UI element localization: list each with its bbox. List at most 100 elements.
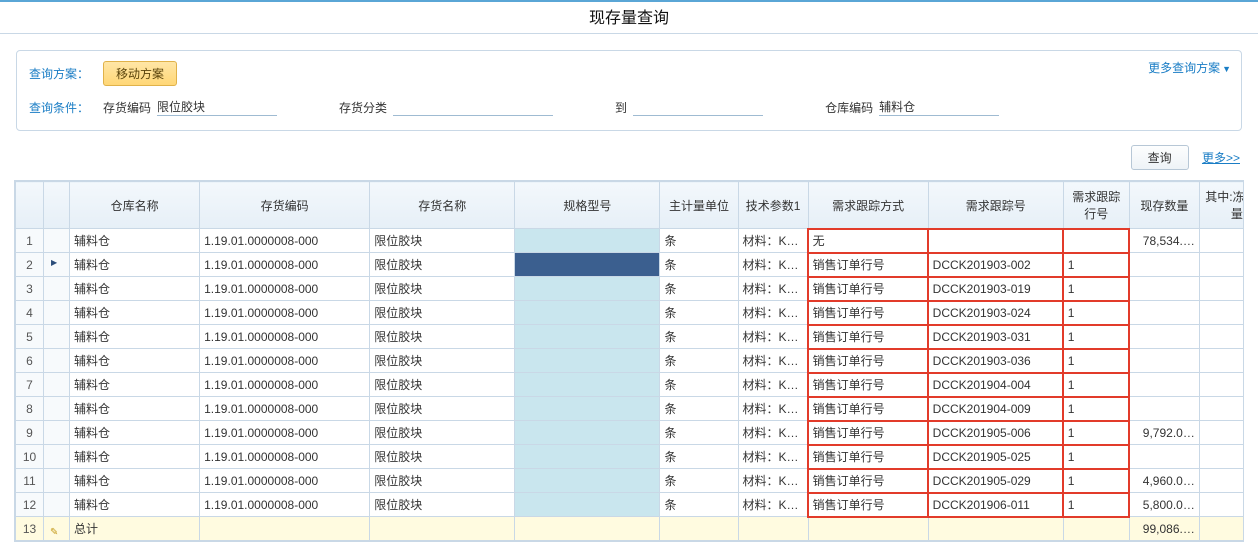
cell-track-line: 1: [1063, 493, 1129, 517]
cell-track-no: DCCK201905-006: [928, 421, 1063, 445]
cell-track-line: 1: [1063, 277, 1129, 301]
more-link[interactable]: 更多>>: [1202, 151, 1240, 165]
cell-warehouse: 辅料仓: [70, 397, 200, 421]
cell-inv-name: 限位胶块: [370, 229, 515, 253]
edit-icon[interactable]: [44, 517, 70, 541]
cell-inv-code: 1.19.01.0000008-000: [200, 229, 370, 253]
table-row[interactable]: 10辅料仓1.19.01.0000008-000限位胶块条材料：K…销售订单行号…: [16, 445, 1245, 469]
move-plan-button[interactable]: 移动方案: [103, 61, 177, 86]
cell-inv-code: 1.19.01.0000008-000: [200, 469, 370, 493]
cell-rownum: 2: [16, 253, 44, 277]
cell-frozen: [1199, 229, 1244, 253]
cell-frozen: [1199, 397, 1244, 421]
cell-inv-name: 限位胶块: [370, 301, 515, 325]
cell-warehouse: 辅料仓: [70, 445, 200, 469]
cell-rownum: 1: [16, 229, 44, 253]
table-row[interactable]: 9辅料仓1.19.01.0000008-000限位胶块条材料：K…销售订单行号D…: [16, 421, 1245, 445]
cell-frozen: [1199, 325, 1244, 349]
cell-inv-name: 限位胶块: [370, 253, 515, 277]
cell-track-line: 1: [1063, 325, 1129, 349]
cell-inv-code: 1.19.01.0000008-000: [200, 349, 370, 373]
col-frozen[interactable]: 其中:冻结数量: [1199, 182, 1244, 229]
cell-track-no: DCCK201906-011: [928, 493, 1063, 517]
cell-track-line: 1: [1063, 469, 1129, 493]
table-header-row: 仓库名称 存货编码 存货名称 规格型号 主计量单位 技术参数1 需求跟踪方式 需…: [16, 182, 1245, 229]
table-row[interactable]: 5辅料仓1.19.01.0000008-000限位胶块条材料：K…销售订单行号D…: [16, 325, 1245, 349]
val-warehouse-code[interactable]: 辅料仓: [879, 98, 999, 116]
cell-inv-code: 1.19.01.0000008-000: [200, 445, 370, 469]
cell-rownum: 12: [16, 493, 44, 517]
col-track-line[interactable]: 需求跟踪行号: [1063, 182, 1129, 229]
cell-unit: 条: [660, 301, 738, 325]
row-indicator: [44, 469, 70, 493]
cell-frozen: [1199, 349, 1244, 373]
cell-qty: [1129, 349, 1199, 373]
cell-track-line: 1: [1063, 349, 1129, 373]
cell-unit: 条: [660, 229, 738, 253]
query-button[interactable]: 查询: [1131, 145, 1189, 170]
cell-unit: 条: [660, 493, 738, 517]
cell-unit: 条: [660, 469, 738, 493]
table-row[interactable]: 2辅料仓1.19.01.0000008-000限位胶块条材料：K…销售订单行号D…: [16, 253, 1245, 277]
cell-unit: 条: [660, 445, 738, 469]
cell-track-mode: 销售订单行号: [808, 253, 928, 277]
cell-tech: 材料：K…: [738, 325, 808, 349]
col-qty[interactable]: 现存数量: [1129, 182, 1199, 229]
col-warehouse[interactable]: 仓库名称: [70, 182, 200, 229]
cell-qty: [1129, 397, 1199, 421]
data-grid[interactable]: 仓库名称 存货编码 存货名称 规格型号 主计量单位 技术参数1 需求跟踪方式 需…: [14, 180, 1244, 542]
cell-frozen: [1199, 277, 1244, 301]
cell-qty: 4,960.0…: [1129, 469, 1199, 493]
table-row[interactable]: 7辅料仓1.19.01.0000008-000限位胶块条材料：K…销售订单行号D…: [16, 373, 1245, 397]
col-rownum[interactable]: [16, 182, 44, 229]
row-indicator: [44, 445, 70, 469]
cell-warehouse: 辅料仓: [70, 469, 200, 493]
cell-inv-name: 限位胶块: [370, 445, 515, 469]
cell-track-line: 1: [1063, 397, 1129, 421]
cell-spec: [515, 277, 660, 301]
cell-track-mode: 销售订单行号: [808, 493, 928, 517]
cell-spec: [515, 469, 660, 493]
cell-rownum: 10: [16, 445, 44, 469]
col-track-no[interactable]: 需求跟踪号: [928, 182, 1063, 229]
cell-track-line: [1063, 229, 1129, 253]
cell-spec: [515, 253, 660, 277]
col-spec[interactable]: 规格型号: [515, 182, 660, 229]
table-row[interactable]: 11辅料仓1.19.01.0000008-000限位胶块条材料：K…销售订单行号…: [16, 469, 1245, 493]
cell-inv-code: 1.19.01.0000008-000: [200, 277, 370, 301]
more-plans-link[interactable]: 更多查询方案▼: [1148, 59, 1231, 76]
cell-unit: 条: [660, 397, 738, 421]
val-inventory-class[interactable]: [393, 98, 553, 116]
col-gutter[interactable]: [44, 182, 70, 229]
row-indicator: [44, 397, 70, 421]
cell-track-no: DCCK201903-002: [928, 253, 1063, 277]
table-row[interactable]: 4辅料仓1.19.01.0000008-000限位胶块条材料：K…销售订单行号D…: [16, 301, 1245, 325]
row-indicator: [44, 373, 70, 397]
cell-spec: [515, 421, 660, 445]
cell-rownum: 9: [16, 421, 44, 445]
cell-track-mode: 销售订单行号: [808, 301, 928, 325]
table-row[interactable]: 1辅料仓1.19.01.0000008-000限位胶块条材料：K…无78,534…: [16, 229, 1245, 253]
val-inventory-code[interactable]: 限位胶块: [157, 98, 277, 116]
cell-inv-code: 1.19.01.0000008-000: [200, 301, 370, 325]
table-row[interactable]: 3辅料仓1.19.01.0000008-000限位胶块条材料：K…销售订单行号D…: [16, 277, 1245, 301]
cell-warehouse: 辅料仓: [70, 421, 200, 445]
table-row[interactable]: 6辅料仓1.19.01.0000008-000限位胶块条材料：K…销售订单行号D…: [16, 349, 1245, 373]
lbl-to: 到: [615, 99, 627, 116]
cell-qty: [1129, 325, 1199, 349]
cell-rownum: 7: [16, 373, 44, 397]
col-unit[interactable]: 主计量单位: [660, 182, 738, 229]
cell-frozen: [1199, 445, 1244, 469]
col-inv-code[interactable]: 存货编码: [200, 182, 370, 229]
cell-qty: [1129, 373, 1199, 397]
col-track-mode[interactable]: 需求跟踪方式: [808, 182, 928, 229]
val-to[interactable]: [633, 98, 763, 116]
lbl-warehouse-code: 仓库编码: [825, 99, 873, 116]
cell-rownum: 13: [16, 517, 44, 541]
table-row[interactable]: 12辅料仓1.19.01.0000008-000限位胶块条材料：K…销售订单行号…: [16, 493, 1245, 517]
col-tech[interactable]: 技术参数1: [738, 182, 808, 229]
table-row[interactable]: 8辅料仓1.19.01.0000008-000限位胶块条材料：K…销售订单行号D…: [16, 397, 1245, 421]
cell-tech: 材料：K…: [738, 253, 808, 277]
cell-track-mode: 销售订单行号: [808, 469, 928, 493]
col-inv-name[interactable]: 存货名称: [370, 182, 515, 229]
